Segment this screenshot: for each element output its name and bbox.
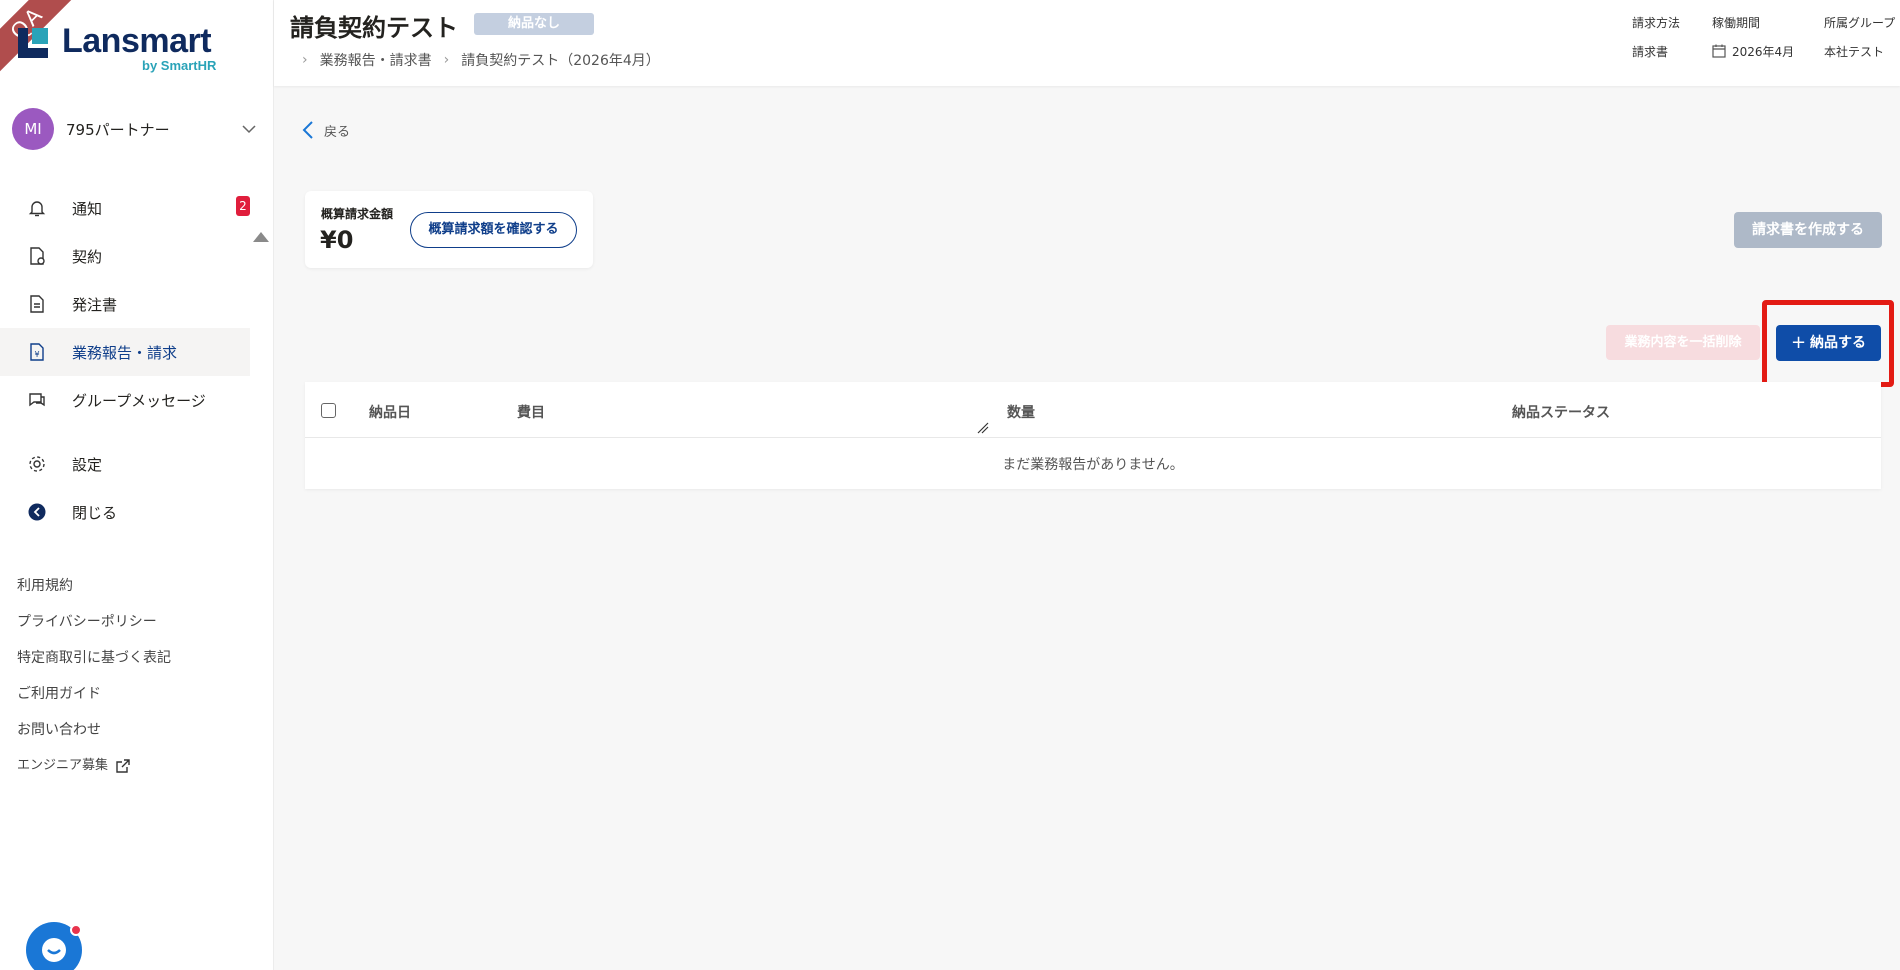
avatar: MI — [12, 108, 54, 150]
chat-unread-dot — [70, 924, 82, 936]
meta-label: 稼働期間 — [1712, 16, 1761, 30]
plus-icon: + — [1790, 332, 1807, 353]
meta-work-period: 稼働期間 2026年4月 — [1712, 14, 1794, 60]
logo-byline: by SmartHR — [142, 58, 217, 73]
page-title: 請負契約テスト — [290, 14, 458, 42]
select-all-checkbox[interactable] — [321, 403, 336, 418]
sidebar-item-label: 業務報告・請求 — [72, 343, 178, 362]
meta-value: 2026年4月 — [1712, 42, 1794, 60]
sidebar: QA Lansmart by SmartHR MI 795パートナー 通知 2 — [0, 0, 274, 970]
estimate-amount: ¥0 — [320, 226, 354, 254]
column-header-quantity[interactable]: 数量 — [1007, 402, 1035, 422]
careers-link[interactable]: エンジニア募集 — [17, 748, 171, 784]
sidebar-item-purchase-orders[interactable]: 発注書 — [0, 280, 250, 328]
meta-billing-method: 請求方法 請求書 — [1632, 14, 1680, 60]
column-header-delivery-date[interactable]: 納品日 — [369, 402, 411, 422]
account-name: 795パートナー — [66, 120, 170, 139]
calendar-icon — [1712, 44, 1726, 58]
back-label: 戻る — [324, 124, 351, 140]
deliver-button[interactable]: + 納品する — [1776, 325, 1881, 361]
terms-link[interactable]: 利用規約 — [17, 568, 171, 604]
check-estimate-button[interactable]: 概算請求額を確認する — [410, 212, 577, 248]
logo[interactable]: Lansmart by SmartHR — [16, 22, 226, 78]
column-header-expense-item[interactable]: 費目 — [517, 402, 545, 422]
sidebar-item-group-messages[interactable]: グループメッセージ — [0, 376, 250, 424]
sidebar-item-reports-invoices[interactable]: ¥ 業務報告・請求 — [0, 328, 250, 376]
sidebar-item-label: 発注書 — [72, 295, 118, 314]
privacy-policy-link[interactable]: プライバシーポリシー — [17, 604, 171, 640]
notification-badge: 2 — [236, 196, 250, 216]
deliver-button-label: 納品する — [1810, 335, 1867, 351]
page-header: 請負契約テスト 納品なし › 業務報告・請求書 › 請負契約テスト（2026年4… — [274, 0, 1900, 86]
sidebar-item-label: 設定 — [72, 455, 103, 474]
meta-label: 所属グループ — [1824, 16, 1896, 30]
sidebar-item-contracts[interactable]: 契約 — [0, 232, 250, 280]
sidebar-item-label: 契約 — [72, 247, 103, 266]
back-link[interactable]: 戻る — [302, 120, 350, 140]
scroll-up-arrow[interactable] — [253, 232, 269, 242]
breadcrumb: › 業務報告・請求書 › 請負契約テスト（2026年4月） — [290, 50, 660, 70]
meta-group: 所属グループ 本社テスト — [1824, 14, 1895, 60]
chevron-left-icon — [302, 121, 313, 139]
contract-icon — [26, 245, 48, 267]
bell-icon — [26, 197, 48, 219]
meta-value: 本社テスト — [1824, 44, 1885, 59]
meta-label: 請求方法 — [1632, 16, 1681, 30]
sidebar-item-label: 通知 — [72, 199, 103, 218]
create-invoice-button[interactable]: 請求書を作成する — [1734, 212, 1882, 248]
logo-wordmark: Lansmart — [62, 22, 212, 60]
delivery-table: 納品日 費目 数量 納品ステータス まだ業務報告がありません。 — [305, 382, 1881, 489]
estimate-card: 概算請求金額 ¥0 概算請求額を確認する — [305, 191, 593, 268]
user-guide-link[interactable]: ご利用ガイド — [17, 676, 171, 712]
invoice-icon: ¥ — [26, 341, 48, 363]
bulk-delete-button[interactable]: 業務内容を一括削除 — [1606, 325, 1760, 360]
contact-link[interactable]: お問い合わせ — [17, 712, 171, 748]
column-resize-handle-icon[interactable] — [977, 422, 989, 434]
sidebar-item-label: 閉じる — [72, 503, 118, 522]
sidebar-item-label: グループメッセージ — [72, 391, 206, 410]
empty-state-message: まだ業務報告がありません。 — [1002, 457, 1184, 473]
nav-separator — [0, 424, 250, 440]
meta-value: 請求書 — [1632, 44, 1669, 59]
arrow-left-circle-icon — [26, 501, 48, 523]
table-header: 納品日 費目 数量 納品ステータス — [305, 382, 1881, 438]
estimate-label: 概算請求金額 — [321, 207, 394, 221]
status-badge: 納品なし — [474, 13, 594, 35]
sidebar-item-notifications[interactable]: 通知 2 — [0, 184, 250, 232]
chevron-right-icon: › — [302, 52, 308, 68]
commerce-law-link[interactable]: 特定商取引に基づく表記 — [17, 640, 171, 676]
chat-icon — [26, 389, 48, 411]
chevron-right-icon: › — [443, 52, 450, 68]
document-icon — [26, 293, 48, 315]
external-link-icon — [116, 759, 130, 773]
chevron-down-icon — [242, 125, 256, 134]
careers-link-label: エンジニア募集 — [17, 758, 109, 773]
account-switcher[interactable]: MI 795パートナー — [12, 108, 258, 150]
sidebar-item-close[interactable]: 閉じる — [0, 488, 250, 536]
gear-icon — [26, 453, 48, 475]
svg-text:¥: ¥ — [35, 350, 40, 359]
breadcrumb-item-current: 請負契約テスト（2026年4月） — [461, 53, 660, 69]
column-header-delivery-status[interactable]: 納品ステータス — [1512, 402, 1610, 422]
footer-links: 利用規約 プライバシーポリシー 特定商取引に基づく表記 ご利用ガイド お問い合わ… — [17, 568, 171, 784]
breadcrumb-item-reports[interactable]: 業務報告・請求書 — [320, 50, 432, 70]
lansmart-logo-icon — [18, 28, 48, 58]
sidebar-nav: 通知 2 契約 発注書 ¥ 業務報告・請求 グループメッセージ 設定 閉じる — [0, 184, 250, 536]
sidebar-item-settings[interactable]: 設定 — [0, 440, 250, 488]
